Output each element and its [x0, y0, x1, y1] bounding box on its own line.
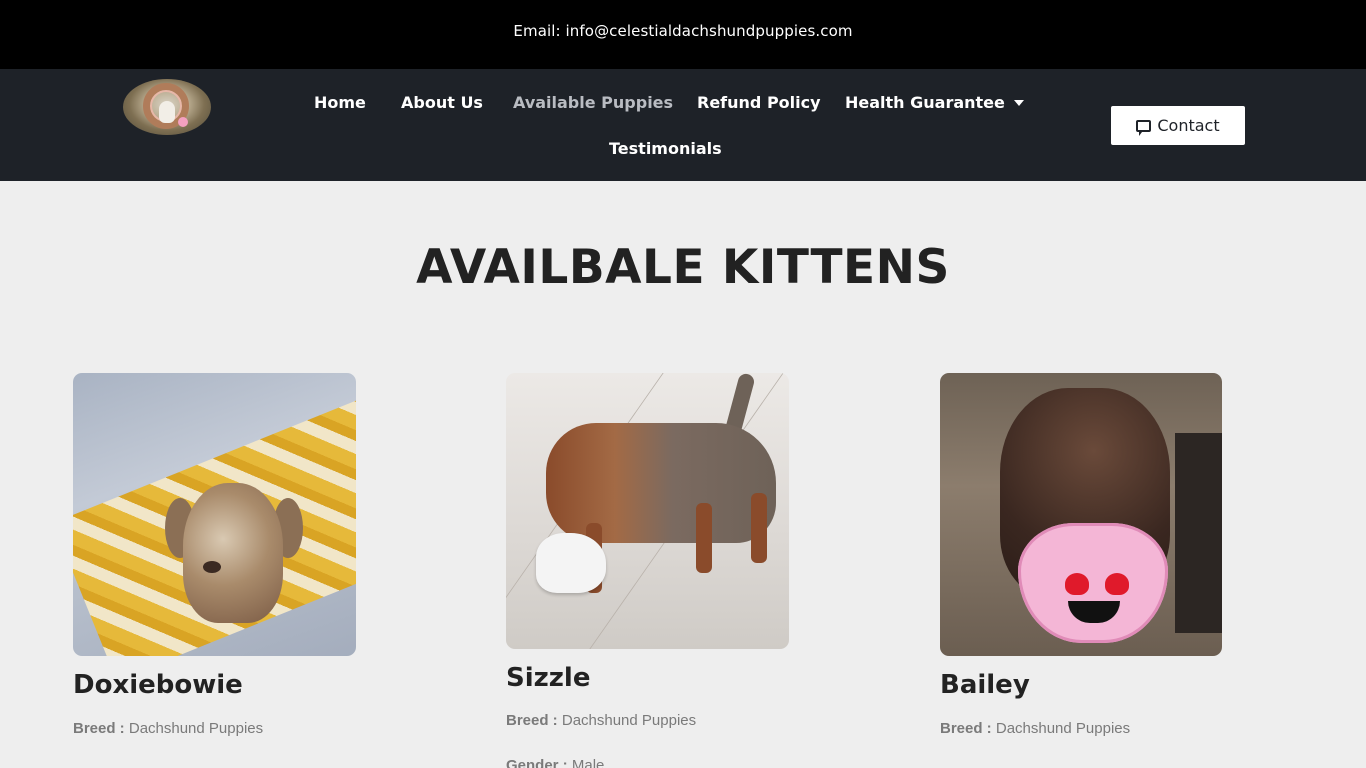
site-logo[interactable] [123, 79, 211, 135]
puppy-card: Bailey Breed : Dachshund Puppies [940, 373, 1222, 768]
puppy-photo[interactable] [506, 373, 789, 649]
puppy-gender: Gender : Male [506, 757, 604, 768]
chat-icon [1136, 119, 1152, 136]
gender-label: Gender : [506, 757, 568, 768]
logo-ball [178, 117, 188, 127]
nav-testimonials[interactable]: Testimonials [609, 139, 722, 158]
chevron-down-icon[interactable] [1013, 99, 1024, 106]
contact-button-label: Contact [1157, 116, 1220, 135]
gender-value: Male [571, 757, 605, 768]
breed-label: Breed : [940, 720, 992, 737]
breed-label: Breed : [73, 720, 125, 737]
main-navbar: Home About Us Available Puppies Refund P… [0, 69, 1366, 181]
breed-value: Dachshund Puppies [561, 712, 697, 729]
top-bar: Email: info@celestialdachshundpuppies.co… [0, 0, 1366, 69]
nav-health-guarantee[interactable]: Health Guarantee [845, 93, 1024, 112]
puppy-breed: Breed : Dachshund Puppies [940, 720, 1130, 737]
puppy-name[interactable]: Sizzle [506, 663, 590, 693]
puppy-card: Sizzle Breed : Dachshund Puppies Gender … [506, 373, 789, 768]
puppy-breed: Breed : Dachshund Puppies [73, 720, 263, 737]
puppy-card: Doxiebowie Breed : Dachshund Puppies [73, 373, 356, 768]
puppy-photo[interactable] [940, 373, 1222, 656]
puppy-name[interactable]: Bailey [940, 670, 1030, 700]
puppy-photo[interactable] [73, 373, 356, 656]
puppy-breed: Breed : Dachshund Puppies [506, 712, 696, 729]
breed-value: Dachshund Puppies [995, 720, 1131, 737]
nav-health-guarantee-label: Health Guarantee [845, 93, 1005, 112]
nav-home[interactable]: Home [314, 93, 366, 112]
nav-about-us[interactable]: About Us [401, 93, 483, 112]
nav-refund-policy[interactable]: Refund Policy [697, 93, 821, 112]
breed-label: Breed : [506, 712, 558, 729]
logo-puppy [159, 101, 175, 123]
nav-available-puppies[interactable]: Available Puppies [513, 93, 673, 112]
contact-button[interactable]: Contact [1111, 106, 1245, 145]
page-title: AVAILBALE KITTENS [416, 240, 950, 295]
contact-email[interactable]: Email: info@celestialdachshundpuppies.co… [513, 22, 852, 40]
breed-value: Dachshund Puppies [128, 720, 264, 737]
puppy-name[interactable]: Doxiebowie [73, 670, 243, 700]
